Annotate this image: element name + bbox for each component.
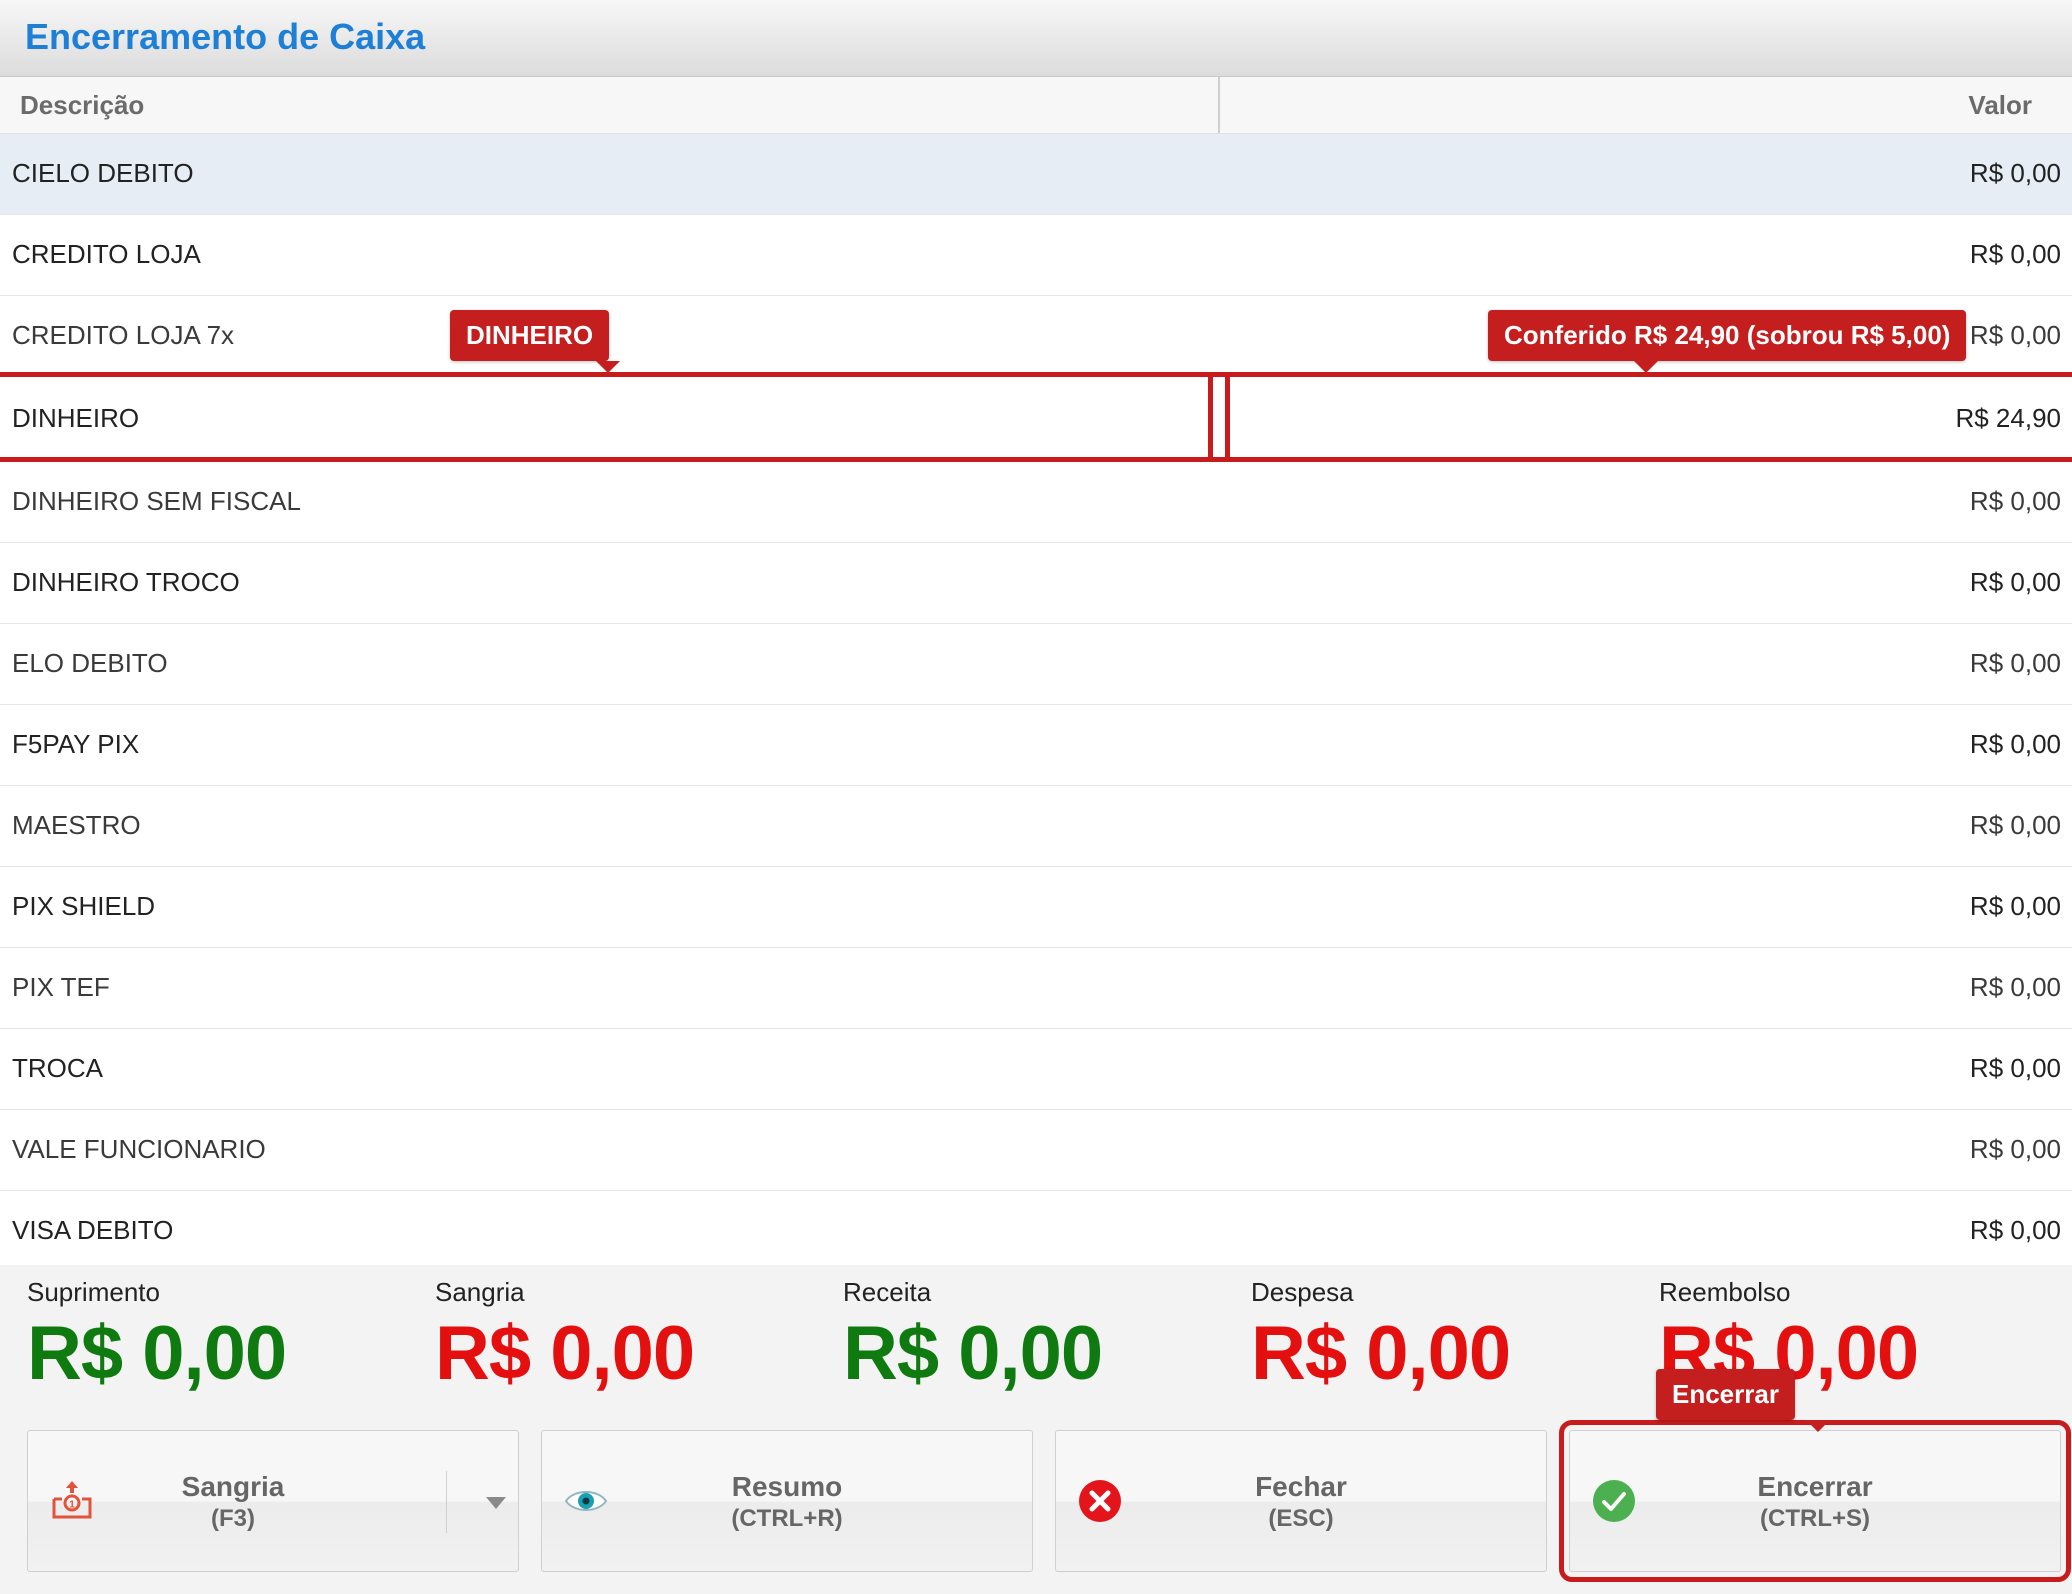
total-label: Sangria	[435, 1277, 525, 1307]
window-title: Encerramento de Caixa	[25, 16, 426, 57]
row-description: PIX SHIELD	[12, 891, 156, 921]
total-value: R$ 0,00	[435, 1311, 695, 1396]
table-row[interactable]: DINHEIRO TROCO R$ 0,00	[0, 543, 2072, 624]
table-row[interactable]: CIELO DEBITO R$ 0,00	[0, 134, 2072, 215]
total-label: Receita	[843, 1277, 932, 1307]
table-row[interactable]: DINHEIRO SEM FISCAL R$ 0,00	[0, 462, 2072, 543]
row-value-input[interactable]: R$ 24,90	[1955, 403, 2061, 434]
row-description: DINHEIRO TROCO	[12, 567, 240, 597]
row-value: R$ 0,00	[1969, 810, 2061, 840]
payment-table: CIELO DEBITO R$ 0,00 CREDITO LOJA R$ 0,0…	[0, 134, 2072, 1272]
row-value: R$ 0,00	[1969, 1134, 2061, 1164]
table-row[interactable]: CREDITO LOJA R$ 0,00	[0, 215, 2072, 296]
row-description: PIX TEF	[12, 972, 110, 1002]
window-header: Encerramento de Caixa	[0, 0, 2072, 77]
row-value: R$ 0,00	[1969, 1215, 2061, 1245]
tooltip-arrow	[596, 361, 620, 373]
encerrar-tooltip: Encerrar	[1656, 1369, 1830, 1432]
row-description: CREDITO LOJA 7x	[12, 320, 235, 350]
description-tooltip: DINHEIRO	[450, 310, 620, 373]
column-header-description[interactable]: Descrição	[20, 90, 144, 121]
encerrar-button[interactable]: Encerrar (CTRL+S)	[1559, 1420, 2071, 1582]
row-value: R$ 0,00	[1969, 239, 2061, 269]
table-row[interactable]: VISA DEBITO R$ 0,00	[0, 1191, 2072, 1272]
description-tooltip-text: DINHEIRO	[466, 320, 594, 350]
row-value: R$ 0,00	[1969, 1053, 2061, 1083]
tooltip-arrow	[1634, 361, 1658, 373]
table-row[interactable]: VALE FUNCIONARIO R$ 0,00	[0, 1110, 2072, 1191]
column-separator[interactable]	[1218, 77, 1220, 133]
resumo-button-label: Resumo	[731, 1471, 843, 1502]
table-row-editing[interactable]: DINHEIRO R$ 24,90	[0, 372, 2072, 462]
total-despesa: Despesa R$ 0,00	[1251, 1277, 1511, 1397]
table-row[interactable]: F5PAY PIX R$ 0,00	[0, 705, 2072, 786]
row-value: R$ 0,00	[1969, 567, 2061, 597]
total-value: R$ 0,00	[843, 1311, 1103, 1396]
row-value: R$ 0,00	[1969, 972, 2061, 1002]
row-value: R$ 0,00	[1969, 648, 2061, 678]
split-divider	[446, 1471, 447, 1533]
row-description: TROCA	[12, 1053, 103, 1083]
column-header-value[interactable]: Valor	[1968, 90, 2032, 121]
total-label: Reembolso	[1659, 1277, 1791, 1307]
table-row[interactable]: ELO DEBITO R$ 0,00	[0, 624, 2072, 705]
fechar-button[interactable]: Fechar (ESC)	[1055, 1430, 1547, 1572]
row-description: CIELO DEBITO	[12, 158, 194, 188]
total-value: R$ 0,00	[1251, 1311, 1511, 1396]
cell-divider	[1208, 372, 1230, 462]
chevron-down-icon[interactable]	[486, 1497, 506, 1509]
encerrar-button-shortcut: (CTRL+S)	[1760, 1505, 1870, 1532]
table-row[interactable]: PIX SHIELD R$ 0,00	[0, 867, 2072, 948]
sangria-button-shortcut: (F3)	[211, 1505, 255, 1532]
row-description: ELO DEBITO	[12, 648, 168, 678]
total-suprimento: Suprimento R$ 0,00	[27, 1277, 287, 1397]
value-tooltip-text: Conferido R$ 24,90 (sobrou R$ 5,00)	[1504, 320, 1951, 350]
row-value: R$ 0,00	[1969, 486, 2061, 516]
row-description: MAESTRO	[12, 810, 141, 840]
table-row[interactable]: MAESTRO R$ 0,00	[0, 786, 2072, 867]
row-description: VISA DEBITO	[12, 1215, 174, 1245]
row-value: R$ 0,00	[1969, 729, 2061, 759]
total-value: R$ 0,00	[27, 1311, 287, 1396]
row-value: R$ 0,00	[1969, 158, 2061, 188]
total-label: Suprimento	[27, 1277, 160, 1307]
tooltip-arrow	[1806, 1420, 1830, 1432]
encerrar-tooltip-text: Encerrar	[1672, 1379, 1779, 1409]
row-description: CREDITO LOJA	[12, 239, 201, 269]
resumo-button[interactable]: Resumo (CTRL+R)	[541, 1430, 1033, 1572]
row-description: DINHEIRO	[12, 403, 140, 433]
row-description: F5PAY PIX	[12, 729, 140, 759]
sangria-button[interactable]: 1 Sangria (F3)	[27, 1430, 519, 1572]
table-row[interactable]: PIX TEF R$ 0,00	[0, 948, 2072, 1029]
row-description: DINHEIRO SEM FISCAL	[12, 486, 301, 516]
encerrar-button-label: Encerrar	[1757, 1471, 1873, 1502]
value-tooltip: Conferido R$ 24,90 (sobrou R$ 5,00)	[1488, 310, 1967, 373]
total-sangria: Sangria R$ 0,00	[435, 1277, 695, 1397]
table-row[interactable]: TROCA R$ 0,00	[0, 1029, 2072, 1110]
row-value: R$ 0,00	[1969, 891, 2061, 921]
resumo-button-shortcut: (CTRL+R)	[731, 1505, 843, 1532]
fechar-button-label: Fechar	[1255, 1471, 1347, 1502]
row-value: R$ 0,00	[1969, 320, 2061, 350]
sangria-button-label: Sangria	[181, 1471, 285, 1502]
total-receita: Receita R$ 0,00	[843, 1277, 1103, 1397]
row-description: VALE FUNCIONARIO	[12, 1134, 266, 1164]
fechar-button-shortcut: (ESC)	[1268, 1505, 1334, 1532]
table-header: Descrição Valor	[0, 77, 2072, 134]
total-label: Despesa	[1251, 1277, 1354, 1307]
